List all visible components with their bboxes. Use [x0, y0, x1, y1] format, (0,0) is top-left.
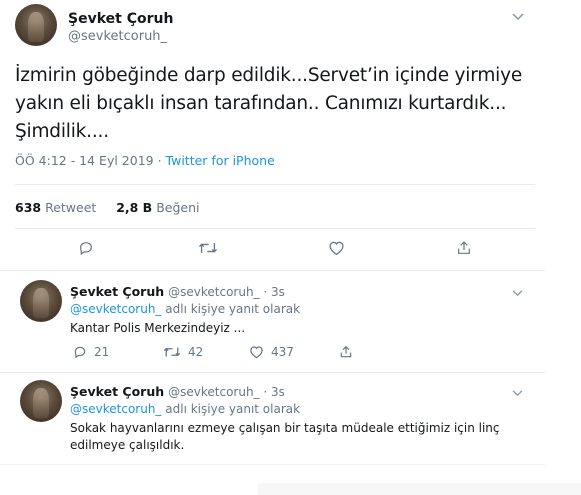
replying-suffix: adlı kişiye yanıt olarak — [165, 402, 301, 416]
bottom-strip — [258, 483, 581, 495]
like-label: Beğeni — [156, 200, 200, 215]
like-count: 437 — [271, 345, 294, 359]
source-link[interactable]: Twitter for iPhone — [166, 153, 275, 168]
chevron-down-icon[interactable] — [512, 386, 523, 400]
replying-suffix: adlı kişiye yanıt olarak — [165, 302, 301, 316]
reply-header: Şevket Çoruh @sevketcoruh_ · 3s — [70, 284, 285, 299]
retweet-count: 638 — [15, 200, 42, 215]
divider — [15, 228, 535, 229]
tweet-stats: 638 Retweet 2,8 B Beğeni — [15, 200, 200, 215]
retweet-action[interactable]: 42 — [163, 345, 203, 359]
reply-text: Kantar Polis Merkezindeyiz ... — [70, 321, 246, 335]
reply-count: 21 — [94, 345, 110, 359]
divider — [0, 372, 545, 373]
divider — [0, 270, 545, 271]
author-handle[interactable]: @sevketcoruh_ · 3s — [168, 385, 285, 399]
retweet-count: 42 — [188, 345, 204, 359]
share-icon[interactable] — [339, 345, 353, 359]
reply-header: Şevket Çoruh @sevketcoruh_ · 3s — [70, 384, 285, 399]
chevron-down-icon[interactable] — [512, 286, 523, 300]
author-handle[interactable]: @sevketcoruh_ · 3s — [168, 285, 285, 299]
tweet-text-line: İzmirin göbeğinde darp edildik...Servet’… — [15, 65, 523, 86]
retweet-icon — [163, 347, 181, 357]
author-name[interactable]: Şevket Çoruh — [68, 11, 173, 27]
retweet-icon[interactable] — [198, 240, 218, 256]
replying-handle[interactable]: @sevketcoruh_ — [70, 302, 161, 316]
avatar[interactable] — [15, 4, 57, 46]
tweet-text-line: Şimdilik.... — [15, 121, 109, 142]
avatar[interactable] — [20, 280, 62, 322]
retweet-stat[interactable]: 638 Retweet — [15, 200, 96, 215]
like-action[interactable]: 437 — [249, 345, 294, 359]
heart-icon — [250, 346, 263, 359]
reply-text-line: edilmeye çalışıldık. — [70, 438, 185, 452]
reply-action[interactable]: 21 — [73, 345, 109, 359]
chevron-down-icon[interactable] — [512, 10, 524, 24]
author-handle[interactable]: @sevketcoruh_ — [68, 29, 167, 44]
avatar[interactable] — [20, 380, 62, 422]
replying-handle[interactable]: @sevketcoruh_ — [70, 402, 161, 416]
reply-icon[interactable] — [78, 240, 94, 256]
tweet-meta: ÖÖ 4:12 - 14 Eyl 2019 · Twitter for iPho… — [15, 153, 275, 168]
like-stat[interactable]: 2,8 B Beğeni — [116, 200, 199, 215]
divider — [15, 184, 535, 185]
reply-icon — [74, 346, 86, 359]
retweet-label: Retweet — [45, 200, 97, 215]
timestamp[interactable]: ÖÖ 4:12 - 14 Eyl 2019 · — [15, 153, 162, 168]
like-count: 2,8 B — [116, 200, 153, 215]
heart-icon[interactable] — [328, 240, 345, 256]
reply-text: Sokak hayvanlarını ezmeye çalışan bir ta… — [70, 420, 520, 454]
author-name[interactable]: Şevket Çoruh — [70, 384, 164, 399]
reply-text-line: Sokak hayvanlarını ezmeye çalışan bir ta… — [70, 421, 500, 435]
share-icon[interactable] — [456, 240, 472, 256]
replying-to: @sevketcoruh_ adlı kişiye yanıt olarak — [70, 302, 300, 316]
tweet-text: İzmirin göbeğinde darp edildik...Servet’… — [15, 62, 535, 146]
tweet-text-line: yakın eli bıçaklı insan tarafından.. Can… — [15, 93, 507, 114]
replying-to: @sevketcoruh_ adlı kişiye yanıt olarak — [70, 402, 300, 416]
author-name[interactable]: Şevket Çoruh — [70, 284, 164, 299]
